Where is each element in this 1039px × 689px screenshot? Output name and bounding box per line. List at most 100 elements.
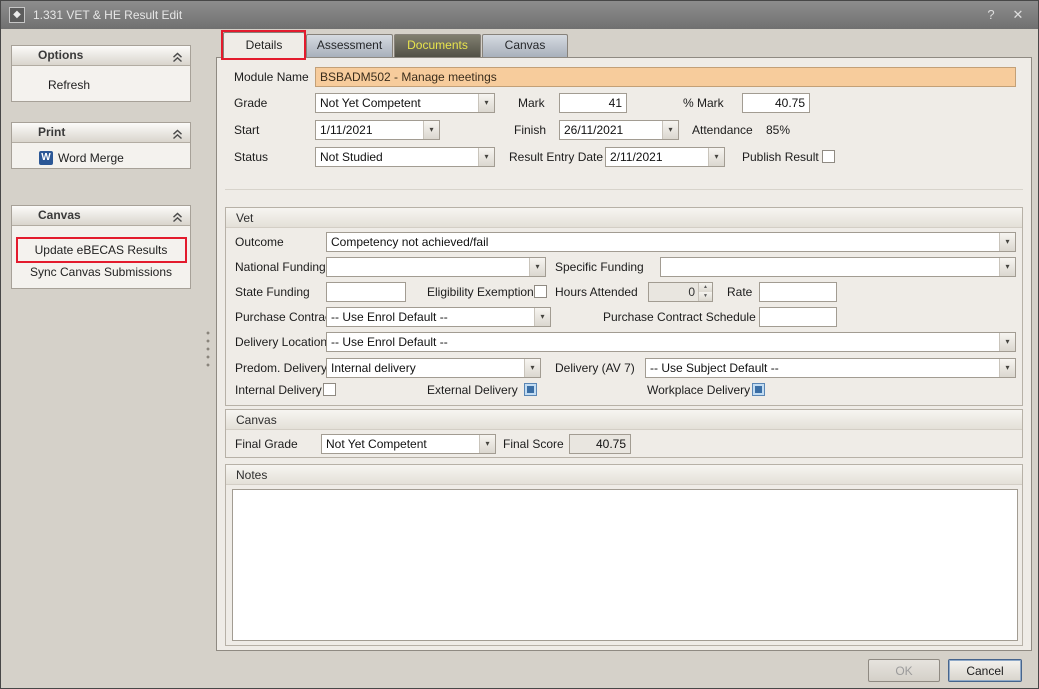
dropdown-arrow-icon[interactable]: ▾ xyxy=(529,258,545,276)
final-score-label: Final Score xyxy=(503,434,564,454)
tab-documents[interactable]: Documents xyxy=(394,34,481,57)
status-value: Not Studied xyxy=(316,148,478,166)
national-funding-label: National Funding xyxy=(235,257,326,277)
delivery-av7-label: Delivery (AV 7) xyxy=(555,358,635,378)
spinner-up-icon[interactable]: ▲ xyxy=(699,283,712,292)
delivery-av7-value: -- Use Subject Default -- xyxy=(646,359,999,377)
dropdown-arrow-icon[interactable]: ▾ xyxy=(662,121,678,139)
state-funding-input[interactable] xyxy=(326,282,406,302)
specific-funding-dropdown[interactable]: ▾ xyxy=(660,257,1016,277)
notes-textarea[interactable] xyxy=(232,489,1018,641)
close-button[interactable]: ✕ xyxy=(1006,1,1030,29)
finish-date-dropdown[interactable]: 26/11/2021 ▾ xyxy=(559,120,679,140)
outcome-label: Outcome xyxy=(235,232,284,252)
collapse-chevron-icon[interactable] xyxy=(172,50,183,61)
pct-mark-input[interactable] xyxy=(742,93,810,113)
dropdown-arrow-icon[interactable]: ▾ xyxy=(478,94,494,112)
app-logo-icon: ◆ xyxy=(9,7,25,23)
eligibility-exemption-checkbox[interactable] xyxy=(534,285,547,298)
pct-mark-label: % Mark xyxy=(683,93,724,113)
print-panel: Print W Word Merge xyxy=(11,122,191,169)
options-panel: Options Refresh xyxy=(11,45,191,102)
tab-details[interactable]: Details xyxy=(223,32,305,58)
rate-label: Rate xyxy=(727,282,752,302)
predom-delivery-label: Predom. Delivery xyxy=(235,358,327,378)
print-panel-title: Print xyxy=(38,125,65,139)
sync-canvas-submissions-button[interactable]: Sync Canvas Submissions xyxy=(12,261,190,283)
internal-delivery-label: Internal Delivery xyxy=(235,380,322,400)
delivery-location-dropdown[interactable]: -- Use Enrol Default -- ▾ xyxy=(326,332,1016,352)
dropdown-arrow-icon[interactable]: ▾ xyxy=(423,121,439,139)
splitter-grip[interactable] xyxy=(205,329,211,371)
print-panel-header[interactable]: Print xyxy=(12,123,190,143)
publish-result-checkbox[interactable] xyxy=(822,150,835,163)
outcome-dropdown[interactable]: Competency not achieved/fail ▾ xyxy=(326,232,1016,252)
ok-button[interactable]: OK xyxy=(868,659,940,682)
tab-assessment[interactable]: Assessment xyxy=(306,34,393,57)
finish-label: Finish xyxy=(514,120,546,140)
dropdown-arrow-icon[interactable]: ▾ xyxy=(708,148,724,166)
workplace-delivery-checkbox[interactable] xyxy=(752,383,765,396)
purchase-contract-value: -- Use Enrol Default -- xyxy=(327,308,534,326)
spinner-down-icon[interactable]: ▼ xyxy=(699,292,712,301)
delivery-av7-dropdown[interactable]: -- Use Subject Default -- ▾ xyxy=(645,358,1016,378)
notes-group-title: Notes xyxy=(226,465,1022,485)
national-funding-dropdown[interactable]: ▾ xyxy=(326,257,546,277)
result-entry-date-value: 2/11/2021 xyxy=(606,148,708,166)
collapse-chevron-icon[interactable] xyxy=(172,210,183,221)
result-entry-date-label: Result Entry Date xyxy=(509,147,603,167)
hours-attended-spinner[interactable]: 0 ▲ ▼ xyxy=(648,282,713,302)
finish-date-value: 26/11/2021 xyxy=(560,121,662,139)
final-score-field[interactable] xyxy=(569,434,631,454)
word-merge-button[interactable]: W Word Merge xyxy=(12,146,190,170)
purchase-contract-schedule-input[interactable] xyxy=(759,307,837,327)
grade-dropdown[interactable]: Not Yet Competent ▾ xyxy=(315,93,495,113)
details-tab-panel: Module Name Grade Not Yet Competent ▾ Ma… xyxy=(216,57,1032,651)
dropdown-arrow-icon[interactable]: ▾ xyxy=(479,435,495,453)
hours-attended-label: Hours Attended xyxy=(555,282,638,302)
rate-input[interactable] xyxy=(759,282,837,302)
final-grade-dropdown[interactable]: Not Yet Competent ▾ xyxy=(321,434,496,454)
dropdown-arrow-icon[interactable]: ▾ xyxy=(999,333,1015,351)
collapse-chevron-icon[interactable] xyxy=(172,127,183,138)
canvas-panel-header[interactable]: Canvas xyxy=(12,206,190,226)
grade-label: Grade xyxy=(234,93,267,113)
options-panel-header[interactable]: Options xyxy=(12,46,190,66)
canvas-group: Canvas Final Grade Not Yet Competent ▾ F… xyxy=(225,409,1023,458)
notes-group: Notes xyxy=(225,464,1023,646)
help-button[interactable]: ? xyxy=(980,1,1002,29)
refresh-button[interactable]: Refresh xyxy=(12,73,190,97)
external-delivery-checkbox[interactable] xyxy=(524,383,537,396)
final-grade-label: Final Grade xyxy=(235,434,298,454)
purchase-contract-dropdown[interactable]: -- Use Enrol Default -- ▾ xyxy=(326,307,551,327)
spinner-buttons[interactable]: ▲ ▼ xyxy=(698,283,712,301)
dropdown-arrow-icon[interactable]: ▾ xyxy=(524,359,540,377)
specific-funding-label: Specific Funding xyxy=(555,257,644,277)
update-ebecas-results-button[interactable]: Update eBECAS Results xyxy=(12,239,190,261)
attendance-value: 85% xyxy=(766,120,790,140)
dropdown-arrow-icon[interactable]: ▾ xyxy=(534,308,550,326)
canvas-panel-title: Canvas xyxy=(38,208,81,222)
vet-group: Vet Outcome Competency not achieved/fail… xyxy=(225,207,1023,406)
result-entry-date-dropdown[interactable]: 2/11/2021 ▾ xyxy=(605,147,725,167)
internal-delivery-checkbox[interactable] xyxy=(323,383,336,396)
mark-input[interactable] xyxy=(559,93,627,113)
predom-delivery-dropdown[interactable]: Internal delivery ▾ xyxy=(326,358,541,378)
result-edit-window: ◆ 1.331 VET & HE Result Edit ? ✕ Options… xyxy=(0,0,1039,689)
start-date-value: 1/11/2021 xyxy=(316,121,423,139)
dropdown-arrow-icon[interactable]: ▾ xyxy=(999,258,1015,276)
workplace-delivery-label: Workplace Delivery xyxy=(647,380,750,400)
dropdown-arrow-icon[interactable]: ▾ xyxy=(478,148,494,166)
external-delivery-label: External Delivery xyxy=(427,380,518,400)
specific-funding-value xyxy=(661,258,999,276)
start-date-dropdown[interactable]: 1/11/2021 ▾ xyxy=(315,120,440,140)
status-dropdown[interactable]: Not Studied ▾ xyxy=(315,147,495,167)
outcome-value: Competency not achieved/fail xyxy=(327,233,999,251)
tab-canvas[interactable]: Canvas xyxy=(482,34,568,57)
cancel-button[interactable]: Cancel xyxy=(948,659,1022,682)
word-icon: W xyxy=(39,151,53,165)
mark-label: Mark xyxy=(518,93,545,113)
dropdown-arrow-icon[interactable]: ▾ xyxy=(999,233,1015,251)
dropdown-arrow-icon[interactable]: ▾ xyxy=(999,359,1015,377)
module-name-field[interactable] xyxy=(315,67,1016,87)
